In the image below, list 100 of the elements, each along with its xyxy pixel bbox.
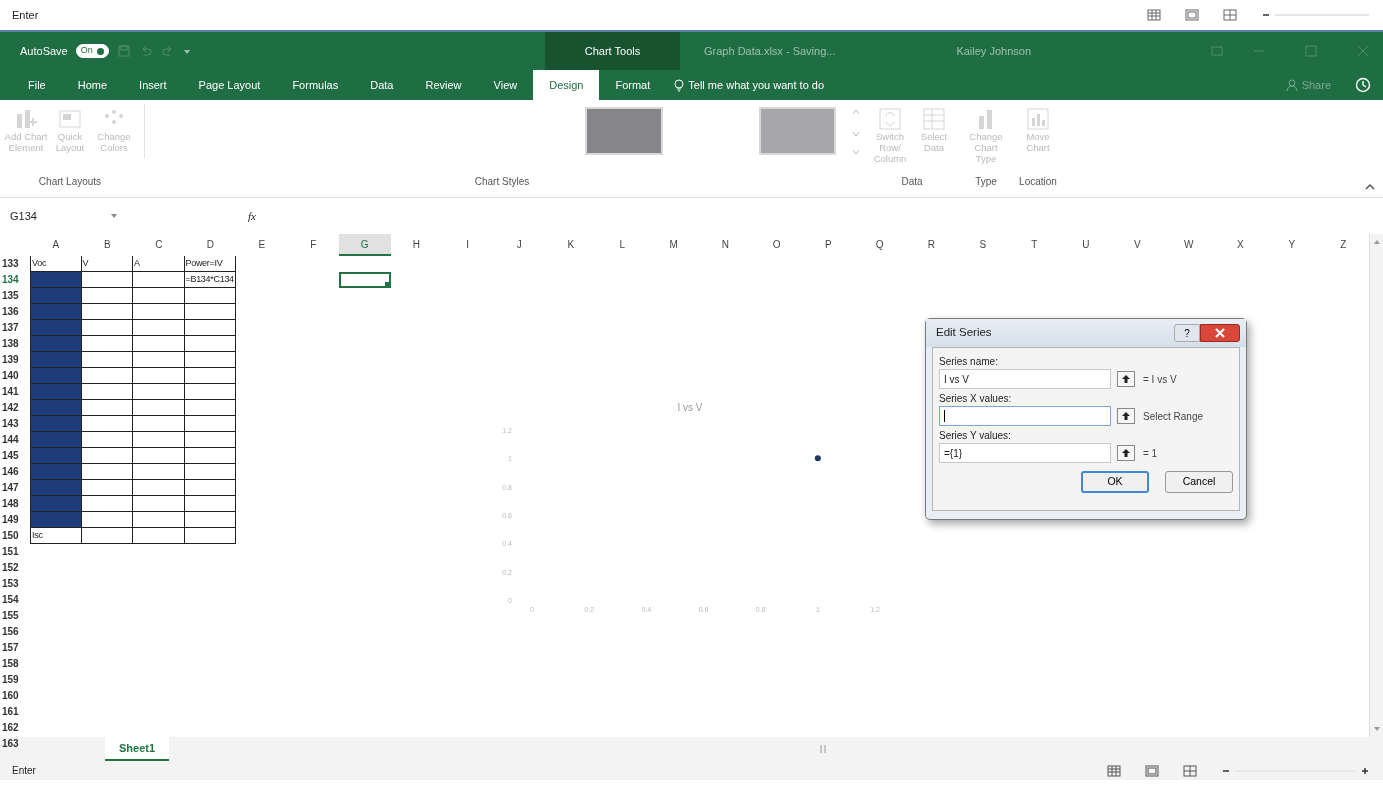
column-header[interactable]: R <box>905 234 957 256</box>
row-header[interactable]: 134 <box>0 272 30 288</box>
table-cell[interactable] <box>184 368 236 384</box>
close-button[interactable] <box>1200 324 1240 342</box>
table-cell[interactable] <box>30 352 82 368</box>
table-cell[interactable] <box>184 384 236 400</box>
column-header[interactable]: P <box>802 234 854 256</box>
row-header[interactable]: 155 <box>0 608 30 624</box>
page-break-icon[interactable] <box>1183 764 1197 777</box>
ribbon-tab[interactable]: Home <box>61 70 124 100</box>
table-cell[interactable] <box>184 448 236 464</box>
column-header[interactable]: C <box>133 234 185 256</box>
table-cell[interactable] <box>81 416 133 432</box>
table-cell[interactable] <box>133 512 185 528</box>
ribbon-tab[interactable]: File <box>12 70 62 100</box>
page-break-icon[interactable] <box>1223 9 1237 21</box>
row-header[interactable]: 140 <box>0 368 30 384</box>
table-cell[interactable] <box>133 432 185 448</box>
column-header[interactable]: W <box>1163 234 1215 256</box>
chart-style-thumbnail[interactable] <box>585 107 663 155</box>
table-cell[interactable] <box>30 512 82 528</box>
table-cell[interactable] <box>81 496 133 512</box>
table-cell[interactable] <box>133 464 185 480</box>
row-header[interactable]: 149 <box>0 512 30 528</box>
range-select-button[interactable] <box>1117 445 1135 461</box>
row-header[interactable]: 137 <box>0 320 30 336</box>
scroll-thumb-icon[interactable] <box>819 744 828 754</box>
table-cell[interactable] <box>30 272 82 288</box>
table-cell[interactable] <box>30 496 82 512</box>
table-cell[interactable]: =B134*C134 <box>184 272 236 288</box>
normal-view-icon[interactable] <box>1147 9 1161 21</box>
table-cell[interactable] <box>30 416 82 432</box>
column-header[interactable]: A <box>30 234 82 256</box>
column-header[interactable]: B <box>81 234 133 256</box>
column-header[interactable]: N <box>699 234 751 256</box>
row-header[interactable]: 156 <box>0 624 30 640</box>
autosave-toggle[interactable]: On <box>75 44 109 58</box>
table-cell[interactable] <box>184 496 236 512</box>
table-cell[interactable] <box>81 464 133 480</box>
table-cell[interactable] <box>184 528 236 544</box>
table-cell[interactable] <box>81 336 133 352</box>
row-header[interactable]: 144 <box>0 432 30 448</box>
column-header[interactable]: S <box>957 234 1009 256</box>
row-header[interactable]: 153 <box>0 576 30 592</box>
ribbon-tab[interactable]: Page Layout <box>182 70 277 100</box>
column-header[interactable]: V <box>1111 234 1163 256</box>
scroll-up-icon[interactable] <box>1372 238 1381 246</box>
dropdown-caret-icon[interactable] <box>110 213 118 219</box>
table-cell[interactable] <box>30 480 82 496</box>
row-header[interactable]: 135 <box>0 288 30 304</box>
column-header[interactable]: O <box>751 234 803 256</box>
table-cell[interactable] <box>30 384 82 400</box>
table-cell[interactable] <box>133 384 185 400</box>
function-button[interactable]: fx <box>248 207 256 225</box>
table-cell[interactable] <box>133 400 185 416</box>
table-cell[interactable] <box>81 288 133 304</box>
row-header[interactable]: 152 <box>0 560 30 576</box>
table-cell[interactable]: Power=IV <box>184 256 236 272</box>
ribbon-tab[interactable]: Design <box>533 70 600 100</box>
table-cell[interactable] <box>30 336 82 352</box>
ribbon-tab[interactable]: Format <box>599 70 667 100</box>
row-header[interactable]: 161 <box>0 704 30 720</box>
table-cell[interactable] <box>81 368 133 384</box>
table-cell[interactable] <box>30 368 82 384</box>
input-field[interactable]: ={1} <box>939 443 1111 463</box>
row-header[interactable]: 159 <box>0 672 30 688</box>
collapse-ribbon-icon[interactable] <box>1365 182 1375 190</box>
table-cell[interactable] <box>133 480 185 496</box>
name-box[interactable]: G134 <box>10 207 100 225</box>
column-header[interactable]: I <box>442 234 494 256</box>
chart-style-thumbnail[interactable] <box>758 107 836 155</box>
row-header[interactable]: 160 <box>0 688 30 704</box>
column-header[interactable]: F <box>287 234 339 256</box>
table-cell[interactable] <box>133 496 185 512</box>
column-header[interactable]: X <box>1214 234 1266 256</box>
table-cell[interactable] <box>30 448 82 464</box>
row-header[interactable]: 148 <box>0 496 30 512</box>
table-cell[interactable] <box>339 272 391 288</box>
table-cell[interactable] <box>184 400 236 416</box>
input-field[interactable] <box>939 406 1111 426</box>
row-header[interactable]: 163 <box>0 736 30 752</box>
table-cell[interactable] <box>81 512 133 528</box>
table-cell[interactable] <box>81 448 133 464</box>
table-cell[interactable] <box>184 288 236 304</box>
table-cell[interactable] <box>184 512 236 528</box>
table-cell[interactable] <box>184 352 236 368</box>
row-header[interactable]: 136 <box>0 304 30 320</box>
table-cell[interactable]: Isc <box>30 528 82 544</box>
row-header[interactable]: 162 <box>0 720 30 736</box>
ribbon-tab[interactable]: View <box>477 70 534 100</box>
table-cell[interactable] <box>30 304 82 320</box>
row-header[interactable]: 151 <box>0 544 30 560</box>
ribbon-tab[interactable]: Insert <box>123 70 183 100</box>
column-header[interactable]: G <box>339 234 391 256</box>
table-cell[interactable] <box>133 320 185 336</box>
ribbon-tab[interactable]: Data <box>354 70 410 100</box>
column-header[interactable]: Q <box>854 234 906 256</box>
table-cell[interactable] <box>133 528 185 544</box>
row-header[interactable]: 150 <box>0 528 30 544</box>
table-cell[interactable] <box>81 528 133 544</box>
